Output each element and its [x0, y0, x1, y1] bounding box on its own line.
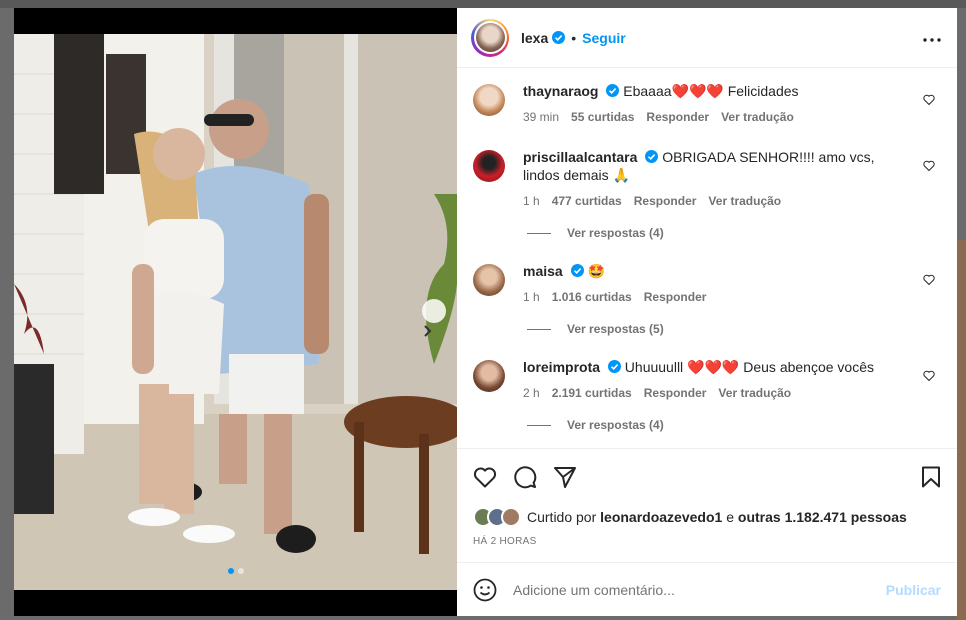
comment-composer: Publicar	[457, 562, 957, 616]
publish-button[interactable]: Publicar	[886, 582, 941, 598]
view-replies-label: Ver respostas (4)	[567, 418, 664, 432]
author-username[interactable]: lexa	[521, 30, 548, 46]
comment-like-icon[interactable]	[923, 368, 935, 386]
author-avatar[interactable]	[471, 18, 509, 57]
comment-item: maisa 🤩 1 h 1.016 curtidas Responder	[473, 262, 941, 306]
next-photo-button[interactable]	[422, 299, 446, 337]
likes-summary: Curtido por leonardoazevedo1 e outras 1.…	[457, 504, 957, 530]
comment-likes[interactable]: 1.016 curtidas	[552, 288, 632, 306]
comment-icon[interactable]	[513, 465, 537, 489]
translate-button[interactable]: Ver tradução	[708, 192, 781, 210]
post-header: lexa • Seguir	[457, 8, 957, 68]
comment-username[interactable]: maisa	[523, 263, 563, 279]
follow-button[interactable]: Seguir	[582, 30, 626, 46]
carousel-dot	[237, 568, 244, 574]
comments-list[interactable]: thaynaraog Ebaaaa❤️❤️❤️ Felicidades 39 m…	[457, 68, 957, 448]
header-separator: •	[571, 29, 577, 46]
comment-likes[interactable]: 2.191 curtidas	[552, 384, 632, 402]
verified-badge-icon	[607, 360, 621, 373]
commenter-avatar[interactable]	[473, 264, 505, 296]
verified-badge-icon	[570, 264, 584, 277]
backdrop-top	[0, 0, 966, 8]
comment-item: priscillaalcantara OBRIGADA SENHOR!!!! a…	[473, 148, 941, 210]
comment-likes[interactable]: 55 curtidas	[571, 108, 634, 126]
backdrop-strip	[956, 240, 966, 620]
comment-time: 39 min	[523, 110, 560, 124]
comment-text: Ebaaaa❤️❤️❤️ Felicidades	[623, 83, 799, 99]
commenter-avatar[interactable]	[473, 150, 505, 182]
reply-button[interactable]: Responder	[634, 192, 697, 210]
comment-text: 🤩	[587, 263, 605, 279]
comment-text: Uhuuuulll ❤️❤️❤️ Deus abençoe vocês	[624, 359, 874, 375]
more-options-icon[interactable]	[923, 29, 941, 47]
comment-time: 2 h	[523, 386, 540, 400]
comment-time: 1 h	[523, 194, 540, 208]
post-panel: lexa • Seguir thaynaraog Ebaaaa❤️❤️❤️ Fe…	[457, 8, 957, 616]
view-replies-button[interactable]: Ver respostas (4)	[527, 418, 941, 432]
post-timestamp[interactable]: HÁ 2 HORAS	[457, 536, 957, 562]
view-replies-button[interactable]: Ver respostas (5)	[527, 322, 941, 336]
carousel-dot-active	[227, 568, 234, 574]
comment-item: loreimprota Uhuuuulll ❤️❤️❤️ Deus abenço…	[473, 358, 941, 402]
liker-username[interactable]: leonardoazevedo1	[600, 509, 722, 525]
emoji-icon[interactable]	[473, 578, 497, 602]
reply-button[interactable]: Responder	[644, 288, 707, 306]
verified-badge-icon	[606, 84, 620, 97]
translate-button[interactable]: Ver tradução	[721, 108, 794, 126]
bookmark-icon[interactable]	[921, 466, 941, 488]
view-replies-label: Ver respostas (4)	[567, 226, 664, 240]
commenter-avatar[interactable]	[473, 84, 505, 116]
comment-like-icon[interactable]	[923, 272, 935, 290]
view-replies-label: Ver respostas (5)	[567, 322, 664, 336]
post-modal: lexa • Seguir thaynaraog Ebaaaa❤️❤️❤️ Fe…	[14, 8, 957, 616]
comment-like-icon[interactable]	[923, 158, 935, 176]
comment-username[interactable]: loreimprota	[523, 359, 600, 375]
reply-button[interactable]: Responder	[644, 384, 707, 402]
view-replies-button[interactable]: Ver respostas (4)	[527, 226, 941, 240]
likes-connector: e	[726, 509, 734, 525]
likes-others[interactable]: outras 1.182.471 pessoas	[738, 509, 907, 525]
verified-badge-icon	[645, 150, 659, 163]
comment-username[interactable]: thaynaraog	[523, 83, 598, 99]
comment-time: 1 h	[523, 290, 540, 304]
carousel-dots	[14, 568, 457, 574]
likes-prefix: Curtido por	[527, 509, 597, 525]
chevron-right-icon	[424, 325, 432, 337]
post-actions	[457, 448, 957, 504]
translate-button[interactable]: Ver tradução	[718, 384, 791, 402]
share-icon[interactable]	[553, 466, 577, 488]
comment-username[interactable]: priscillaalcantara	[523, 149, 637, 165]
post-photo[interactable]	[14, 8, 457, 616]
comment-like-icon[interactable]	[923, 92, 935, 110]
verified-badge-icon	[552, 31, 566, 44]
photo-image	[14, 34, 457, 590]
likers-avatars[interactable]	[473, 507, 521, 527]
comment-input[interactable]	[513, 581, 886, 598]
comment-likes[interactable]: 477 curtidas	[552, 192, 622, 210]
reply-button[interactable]: Responder	[646, 108, 709, 126]
comment-item: thaynaraog Ebaaaa❤️❤️❤️ Felicidades 39 m…	[473, 82, 941, 126]
commenter-avatar[interactable]	[473, 360, 505, 392]
like-icon[interactable]	[473, 466, 497, 488]
